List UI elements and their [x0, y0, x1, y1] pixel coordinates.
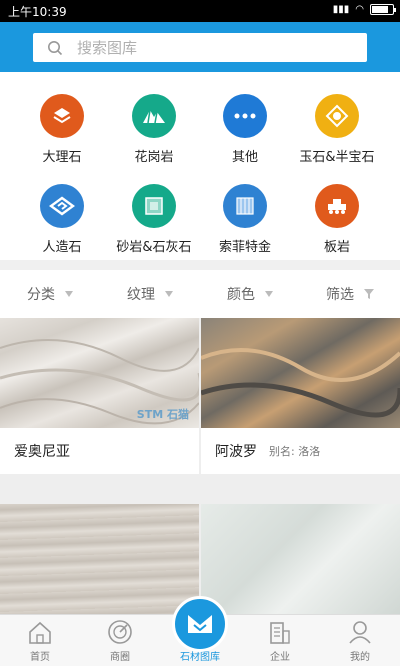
product-card[interactable]: 阿波罗 别名: 洛洛	[201, 318, 400, 474]
wifi-icon: ◠	[355, 4, 364, 15]
nav-label: 企业	[270, 652, 290, 663]
tile-icon	[132, 184, 176, 228]
category-label: 玉石&半宝石	[299, 150, 375, 165]
category-sofitel-gold[interactable]: 索菲特金	[199, 184, 291, 255]
nav-label: 商圈	[110, 652, 130, 663]
product-image: STM 石猫	[0, 318, 199, 428]
product-card[interactable]	[0, 504, 199, 614]
diamond-g-icon	[40, 184, 84, 228]
watermark: STM 石猫	[136, 408, 189, 421]
product-grid: STM 石猫 爱奥尼亚 阿波罗 别名: 洛洛	[0, 318, 400, 614]
layers-icon	[40, 94, 84, 138]
category-label: 人造石	[42, 240, 82, 255]
nav-home[interactable]: 首页	[0, 615, 80, 666]
product-image	[201, 318, 400, 428]
panel-icon	[223, 184, 267, 228]
category-label: 大理石	[42, 150, 82, 165]
nav-label: 我的	[350, 652, 370, 663]
category-label: 板岩	[323, 240, 350, 255]
category-label: 索菲特金	[218, 240, 271, 255]
gem-icon	[315, 94, 359, 138]
product-image	[201, 504, 400, 614]
product-name: 阿波罗	[215, 444, 257, 460]
search-input[interactable]	[77, 38, 337, 57]
filter-texture[interactable]: 纹理	[100, 270, 200, 318]
filter-bar: 分类 纹理 颜色 筛选	[0, 270, 400, 318]
nav-business[interactable]: 商圈	[80, 615, 160, 666]
status-time: 上午10:39	[8, 5, 67, 19]
category-slate[interactable]: 板岩	[291, 184, 383, 255]
home-icon	[29, 621, 51, 644]
filter-label: 筛选	[326, 287, 354, 303]
nav-company[interactable]: 企业	[240, 615, 320, 666]
category-jade[interactable]: 玉石&半宝石	[291, 94, 383, 165]
filter-color[interactable]: 颜色	[200, 270, 300, 318]
category-artificial-stone[interactable]: 人造石	[16, 184, 108, 255]
search-icon	[48, 40, 63, 55]
category-other[interactable]: 其他	[199, 94, 291, 165]
company-icon	[270, 622, 290, 644]
filter-category[interactable]: 分类	[0, 270, 100, 318]
gallery-center-button[interactable]	[172, 596, 228, 652]
filter-screen[interactable]: 筛选	[300, 270, 400, 318]
product-name: 爱奥尼亚	[14, 444, 70, 460]
dropdown-arrow-icon	[265, 291, 273, 297]
filter-label: 分类	[27, 287, 55, 303]
dropdown-arrow-icon	[165, 291, 173, 297]
category-label: 其他	[231, 150, 258, 165]
filter-label: 纹理	[127, 287, 155, 303]
category-label: 花岗岩	[134, 150, 174, 165]
product-card[interactable]	[201, 504, 400, 614]
category-sandstone[interactable]: 砂岩&石灰石	[108, 184, 200, 255]
nav-label: 首页	[30, 652, 50, 663]
product-card[interactable]: STM 石猫 爱奥尼亚	[0, 318, 199, 474]
filter-label: 颜色	[227, 287, 255, 303]
user-icon	[349, 621, 371, 644]
dropdown-arrow-icon	[65, 291, 73, 297]
battery-icon	[370, 4, 396, 15]
category-grid: 大理石 花岗岩 其他 玉石&半宝石 人造石 砂岩&石灰石 索菲特金 板岩	[0, 72, 400, 260]
product-alias: 别名: 洛洛	[269, 445, 321, 458]
mountain-icon	[132, 94, 176, 138]
search-box[interactable]	[33, 33, 367, 62]
status-icons: ▮▮▮ ◠	[332, 4, 396, 15]
category-granite[interactable]: 花岗岩	[108, 94, 200, 165]
signal-icon: ▮▮▮	[332, 4, 350, 15]
category-label: 砂岩&石灰石	[116, 240, 192, 255]
nav-mine[interactable]: 我的	[320, 615, 400, 666]
funnel-icon	[364, 289, 374, 299]
product-image	[0, 504, 199, 614]
gallery-icon	[188, 615, 212, 633]
status-bar: 上午10:39 ▮▮▮ ◠	[0, 0, 400, 22]
more-icon	[223, 94, 267, 138]
machine-icon	[315, 184, 359, 228]
category-marble[interactable]: 大理石	[16, 94, 108, 165]
app-header	[0, 22, 400, 72]
radar-icon	[108, 620, 132, 644]
